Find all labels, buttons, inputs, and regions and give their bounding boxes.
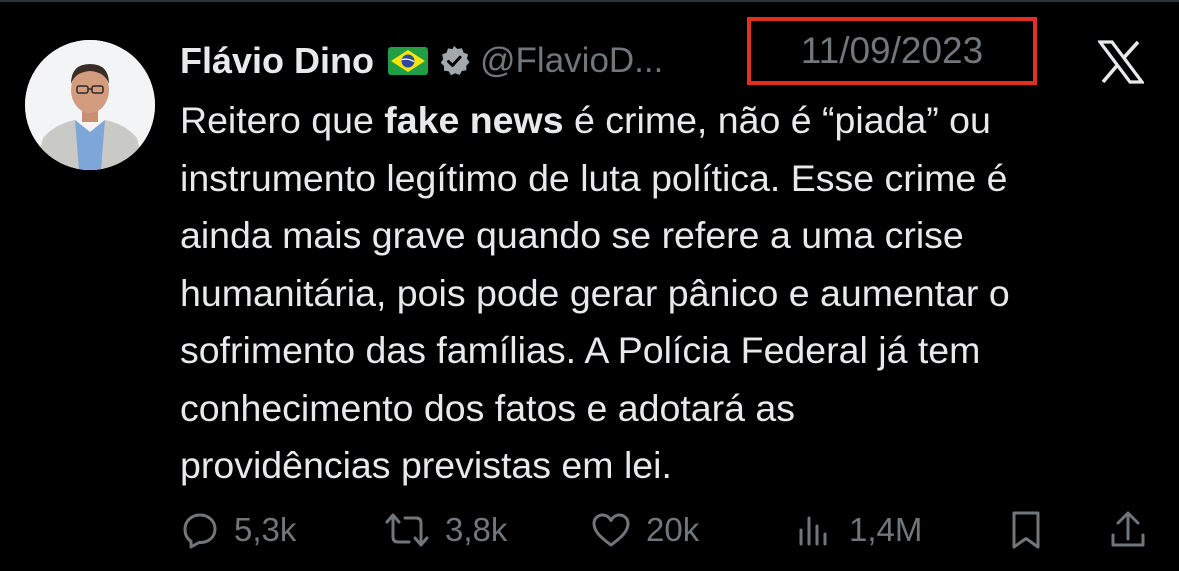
tweet-text-line-3: ainda mais grave quando se refere a uma … bbox=[180, 214, 964, 256]
like-count: 20k bbox=[646, 511, 700, 548]
author-name[interactable]: Flávio Dino bbox=[180, 40, 374, 82]
repost-icon bbox=[383, 510, 431, 550]
share-icon bbox=[1108, 509, 1148, 551]
reply-button[interactable]: 5,3k bbox=[180, 505, 296, 555]
views-icon bbox=[795, 510, 835, 550]
views-button[interactable]: 1,4M bbox=[795, 505, 922, 555]
author-handle[interactable]: @FlavioD... bbox=[480, 41, 663, 81]
verified-badge-icon[interactable] bbox=[438, 45, 470, 77]
views-count: 1,4M bbox=[849, 511, 923, 548]
top-divider bbox=[0, 0, 1179, 2]
tweet-text-line-2: instrumento legítimo de luta política. E… bbox=[180, 156, 1008, 199]
tweet-date[interactable]: 11/09/2023 bbox=[801, 30, 983, 72]
tweet-actions-bar: 5,3k 3,8k 20k 1,4M bbox=[180, 505, 1150, 555]
repost-count: 3,8k bbox=[445, 511, 508, 548]
tweet-text: Reitero que fake news é crime, não é “pi… bbox=[180, 92, 1160, 495]
avatar[interactable] bbox=[25, 40, 155, 170]
tweet-text-line-5: sofrimento das famílias. A Polícia Feder… bbox=[180, 329, 981, 371]
heart-icon bbox=[590, 510, 632, 550]
bookmark-icon bbox=[1008, 509, 1044, 551]
reply-count: 5,3k bbox=[234, 511, 297, 548]
date-highlight-box: 11/09/2023 bbox=[747, 17, 1037, 85]
x-logo-icon[interactable] bbox=[1096, 40, 1146, 84]
tweet-text-line-7: providências previstas em lei. bbox=[180, 444, 672, 486]
avatar-photo bbox=[25, 40, 155, 170]
bookmark-button[interactable] bbox=[1008, 505, 1044, 555]
repost-button[interactable]: 3,8k bbox=[383, 505, 507, 555]
tweet-text-line-6: conhecimento dos fatos e adotará as bbox=[180, 386, 795, 429]
tweet-text-segment: Reitero que bbox=[180, 99, 385, 141]
tweet-header: Flávio Dino @FlavioD... bbox=[180, 36, 663, 86]
tweet-text-line-4: humanitária, pois pode gerar pânico e au… bbox=[180, 271, 1010, 314]
tweet-text-segment: é crime, não é “piada” ou bbox=[563, 99, 991, 141]
tweet-text-bold: fake news bbox=[384, 99, 564, 141]
like-button[interactable]: 20k bbox=[590, 505, 699, 555]
brazil-flag-icon bbox=[388, 47, 429, 75]
tweet-text-line-1: Reitero que fake news é crime, não é “pi… bbox=[180, 92, 1160, 150]
reply-icon bbox=[180, 510, 220, 550]
share-button[interactable] bbox=[1108, 505, 1148, 555]
